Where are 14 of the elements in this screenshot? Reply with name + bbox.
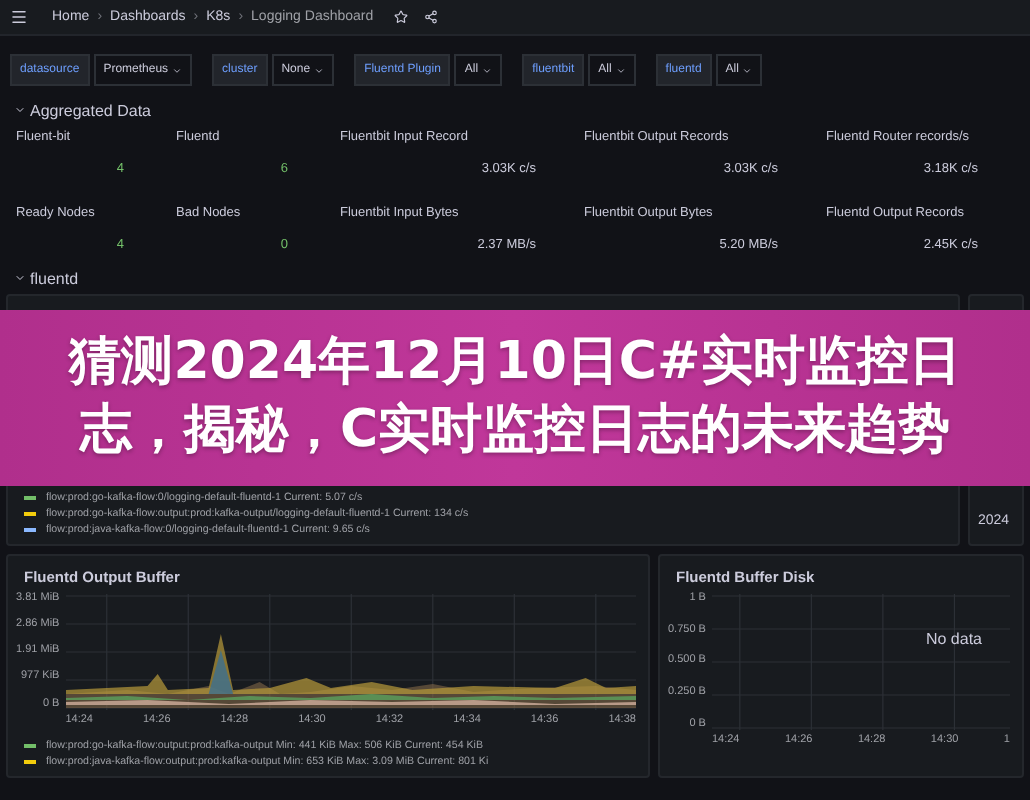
banner-title: 猜测2024年12月10日C#实时监控日志，揭秘，C实时监控日志的未来趋势 xyxy=(66,330,963,464)
menu-icon[interactable] xyxy=(10,8,28,26)
caret-icon xyxy=(615,65,626,75)
share-icon[interactable] xyxy=(423,10,438,24)
chevron-icon xyxy=(14,104,26,116)
row-header[interactable]: Aggregated Data xyxy=(0,98,165,122)
row-header[interactable]: fluentd xyxy=(0,266,93,290)
caret-icon xyxy=(482,65,493,75)
no-data-message: No data xyxy=(925,630,982,648)
chevron-icon xyxy=(14,272,26,284)
caret-icon xyxy=(314,65,325,75)
star-icon[interactable] xyxy=(393,10,408,24)
caret-icon xyxy=(172,65,183,75)
caret-icon xyxy=(742,65,753,75)
